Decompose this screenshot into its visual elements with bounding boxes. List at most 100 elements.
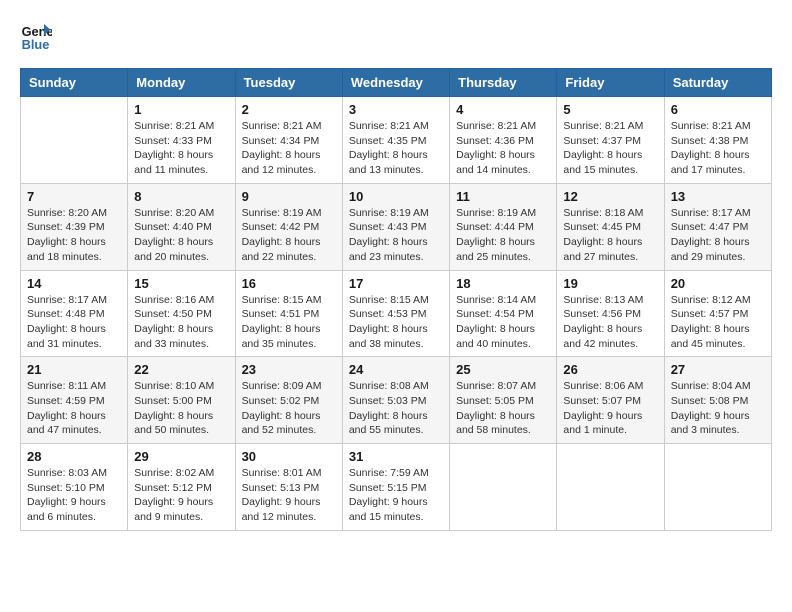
day-header: Sunday — [21, 69, 128, 97]
day-info: Sunrise: 8:14 AMSunset: 4:54 PMDaylight:… — [456, 293, 550, 352]
day-info: Sunrise: 8:04 AMSunset: 5:08 PMDaylight:… — [671, 379, 765, 438]
day-number: 29 — [134, 449, 228, 464]
calendar-week-row: 21 Sunrise: 8:11 AMSunset: 4:59 PMDayligh… — [21, 357, 772, 444]
day-number: 23 — [242, 362, 336, 377]
day-info: Sunrise: 8:18 AMSunset: 4:45 PMDaylight:… — [563, 206, 657, 265]
day-info: Sunrise: 8:15 AMSunset: 4:51 PMDaylight:… — [242, 293, 336, 352]
calendar-cell: 6 Sunrise: 8:21 AMSunset: 4:38 PMDaylight… — [664, 97, 771, 184]
day-number: 16 — [242, 276, 336, 291]
calendar-cell — [450, 444, 557, 531]
calendar-cell: 23 Sunrise: 8:09 AMSunset: 5:02 PMDayligh… — [235, 357, 342, 444]
day-info: Sunrise: 8:02 AMSunset: 5:12 PMDaylight:… — [134, 466, 228, 525]
day-number: 2 — [242, 102, 336, 117]
calendar-cell: 17 Sunrise: 8:15 AMSunset: 4:53 PMDayligh… — [342, 270, 449, 357]
day-info: Sunrise: 8:21 AMSunset: 4:35 PMDaylight:… — [349, 119, 443, 178]
calendar-cell: 3 Sunrise: 8:21 AMSunset: 4:35 PMDaylight… — [342, 97, 449, 184]
day-info: Sunrise: 8:21 AMSunset: 4:33 PMDaylight:… — [134, 119, 228, 178]
day-number: 20 — [671, 276, 765, 291]
day-number: 18 — [456, 276, 550, 291]
calendar-cell — [664, 444, 771, 531]
day-info: Sunrise: 8:10 AMSunset: 5:00 PMDaylight:… — [134, 379, 228, 438]
day-info: Sunrise: 8:08 AMSunset: 5:03 PMDaylight:… — [349, 379, 443, 438]
day-info: Sunrise: 8:17 AMSunset: 4:48 PMDaylight:… — [27, 293, 121, 352]
calendar-cell: 15Sunrise: 8:16 AMSunset: 4:50 PMDayligh… — [128, 270, 235, 357]
day-header: Thursday — [450, 69, 557, 97]
day-number: 27 — [671, 362, 765, 377]
calendar-cell: 7 Sunrise: 8:20 AMSunset: 4:39 PMDaylight… — [21, 183, 128, 270]
day-number: 17 — [349, 276, 443, 291]
day-info: Sunrise: 8:15 AMSunset: 4:53 PMDaylight:… — [349, 293, 443, 352]
calendar-cell: 12 Sunrise: 8:18 AMSunset: 4:45 PMDayligh… — [557, 183, 664, 270]
day-header: Wednesday — [342, 69, 449, 97]
day-number: 22 — [134, 362, 228, 377]
calendar-cell: 21 Sunrise: 8:11 AMSunset: 4:59 PMDayligh… — [21, 357, 128, 444]
day-info: Sunrise: 8:09 AMSunset: 5:02 PMDaylight:… — [242, 379, 336, 438]
day-info: Sunrise: 8:01 AMSunset: 5:13 PMDaylight:… — [242, 466, 336, 525]
day-info: Sunrise: 8:03 AMSunset: 5:10 PMDaylight:… — [27, 466, 121, 525]
day-info: Sunrise: 8:19 AMSunset: 4:44 PMDaylight:… — [456, 206, 550, 265]
day-info: Sunrise: 8:20 AMSunset: 4:40 PMDaylight:… — [134, 206, 228, 265]
day-number: 5 — [563, 102, 657, 117]
day-number: 14 — [27, 276, 121, 291]
calendar-cell: 9 Sunrise: 8:19 AMSunset: 4:42 PMDaylight… — [235, 183, 342, 270]
calendar-table: SundayMondayTuesdayWednesdayThursdayFrid… — [20, 68, 772, 531]
day-number: 21 — [27, 362, 121, 377]
day-number: 31 — [349, 449, 443, 464]
calendar-cell: 20Sunrise: 8:12 AMSunset: 4:57 PMDayligh… — [664, 270, 771, 357]
day-header: Friday — [557, 69, 664, 97]
calendar-cell: 19 Sunrise: 8:13 AMSunset: 4:56 PMDayligh… — [557, 270, 664, 357]
day-info: Sunrise: 7:59 AMSunset: 5:15 PMDaylight:… — [349, 466, 443, 525]
day-header: Tuesday — [235, 69, 342, 97]
calendar-cell: 24 Sunrise: 8:08 AMSunset: 5:03 PMDayligh… — [342, 357, 449, 444]
day-number: 10 — [349, 189, 443, 204]
svg-text:Blue: Blue — [22, 37, 50, 52]
day-number: 6 — [671, 102, 765, 117]
calendar-week-row: 28Sunrise: 8:03 AMSunset: 5:10 PMDayligh… — [21, 444, 772, 531]
page-header: General Blue — [20, 20, 772, 52]
calendar-cell: 4 Sunrise: 8:21 AMSunset: 4:36 PMDaylight… — [450, 97, 557, 184]
calendar-header-row: SundayMondayTuesdayWednesdayThursdayFrid… — [21, 69, 772, 97]
day-info: Sunrise: 8:20 AMSunset: 4:39 PMDaylight:… — [27, 206, 121, 265]
logo: General Blue — [20, 20, 52, 52]
calendar-cell: 29 Sunrise: 8:02 AMSunset: 5:12 PMDayligh… — [128, 444, 235, 531]
day-number: 25 — [456, 362, 550, 377]
day-number: 13 — [671, 189, 765, 204]
day-number: 24 — [349, 362, 443, 377]
day-info: Sunrise: 8:06 AMSunset: 5:07 PMDaylight:… — [563, 379, 657, 438]
calendar-cell: 10 Sunrise: 8:19 AMSunset: 4:43 PMDayligh… — [342, 183, 449, 270]
day-number: 7 — [27, 189, 121, 204]
calendar-week-row: 7 Sunrise: 8:20 AMSunset: 4:39 PMDaylight… — [21, 183, 772, 270]
calendar-cell: 1 Sunrise: 8:21 AMSunset: 4:33 PMDaylight… — [128, 97, 235, 184]
day-number: 4 — [456, 102, 550, 117]
day-number: 9 — [242, 189, 336, 204]
day-number: 1 — [134, 102, 228, 117]
day-info: Sunrise: 8:21 AMSunset: 4:36 PMDaylight:… — [456, 119, 550, 178]
calendar-cell: 31 Sunrise: 7:59 AMSunset: 5:15 PMDayligh… — [342, 444, 449, 531]
day-number: 15 — [134, 276, 228, 291]
day-info: Sunrise: 8:19 AMSunset: 4:43 PMDaylight:… — [349, 206, 443, 265]
day-info: Sunrise: 8:19 AMSunset: 4:42 PMDaylight:… — [242, 206, 336, 265]
day-number: 3 — [349, 102, 443, 117]
calendar-week-row: 14 Sunrise: 8:17 AMSunset: 4:48 PMDayligh… — [21, 270, 772, 357]
day-number: 26 — [563, 362, 657, 377]
calendar-cell: 28Sunrise: 8:03 AMSunset: 5:10 PMDayligh… — [21, 444, 128, 531]
day-number: 30 — [242, 449, 336, 464]
day-header: Monday — [128, 69, 235, 97]
calendar-cell: 14 Sunrise: 8:17 AMSunset: 4:48 PMDayligh… — [21, 270, 128, 357]
calendar-week-row: 1 Sunrise: 8:21 AMSunset: 4:33 PMDaylight… — [21, 97, 772, 184]
day-info: Sunrise: 8:13 AMSunset: 4:56 PMDaylight:… — [563, 293, 657, 352]
day-info: Sunrise: 8:11 AMSunset: 4:59 PMDaylight:… — [27, 379, 121, 438]
calendar-cell: 22 Sunrise: 8:10 AMSunset: 5:00 PMDayligh… — [128, 357, 235, 444]
calendar-cell: 25 Sunrise: 8:07 AMSunset: 5:05 PMDayligh… — [450, 357, 557, 444]
calendar-cell: 8Sunrise: 8:20 AMSunset: 4:40 PMDaylight… — [128, 183, 235, 270]
day-info: Sunrise: 8:07 AMSunset: 5:05 PMDaylight:… — [456, 379, 550, 438]
calendar-cell: 26 Sunrise: 8:06 AMSunset: 5:07 PMDayligh… — [557, 357, 664, 444]
calendar-cell: 2 Sunrise: 8:21 AMSunset: 4:34 PMDaylight… — [235, 97, 342, 184]
day-info: Sunrise: 8:17 AMSunset: 4:47 PMDaylight:… — [671, 206, 765, 265]
calendar-cell: 13 Sunrise: 8:17 AMSunset: 4:47 PMDayligh… — [664, 183, 771, 270]
day-number: 12 — [563, 189, 657, 204]
day-info: Sunrise: 8:21 AMSunset: 4:34 PMDaylight:… — [242, 119, 336, 178]
day-info: Sunrise: 8:21 AMSunset: 4:38 PMDaylight:… — [671, 119, 765, 178]
day-number: 19 — [563, 276, 657, 291]
calendar-cell: 11Sunrise: 8:19 AMSunset: 4:44 PMDayligh… — [450, 183, 557, 270]
